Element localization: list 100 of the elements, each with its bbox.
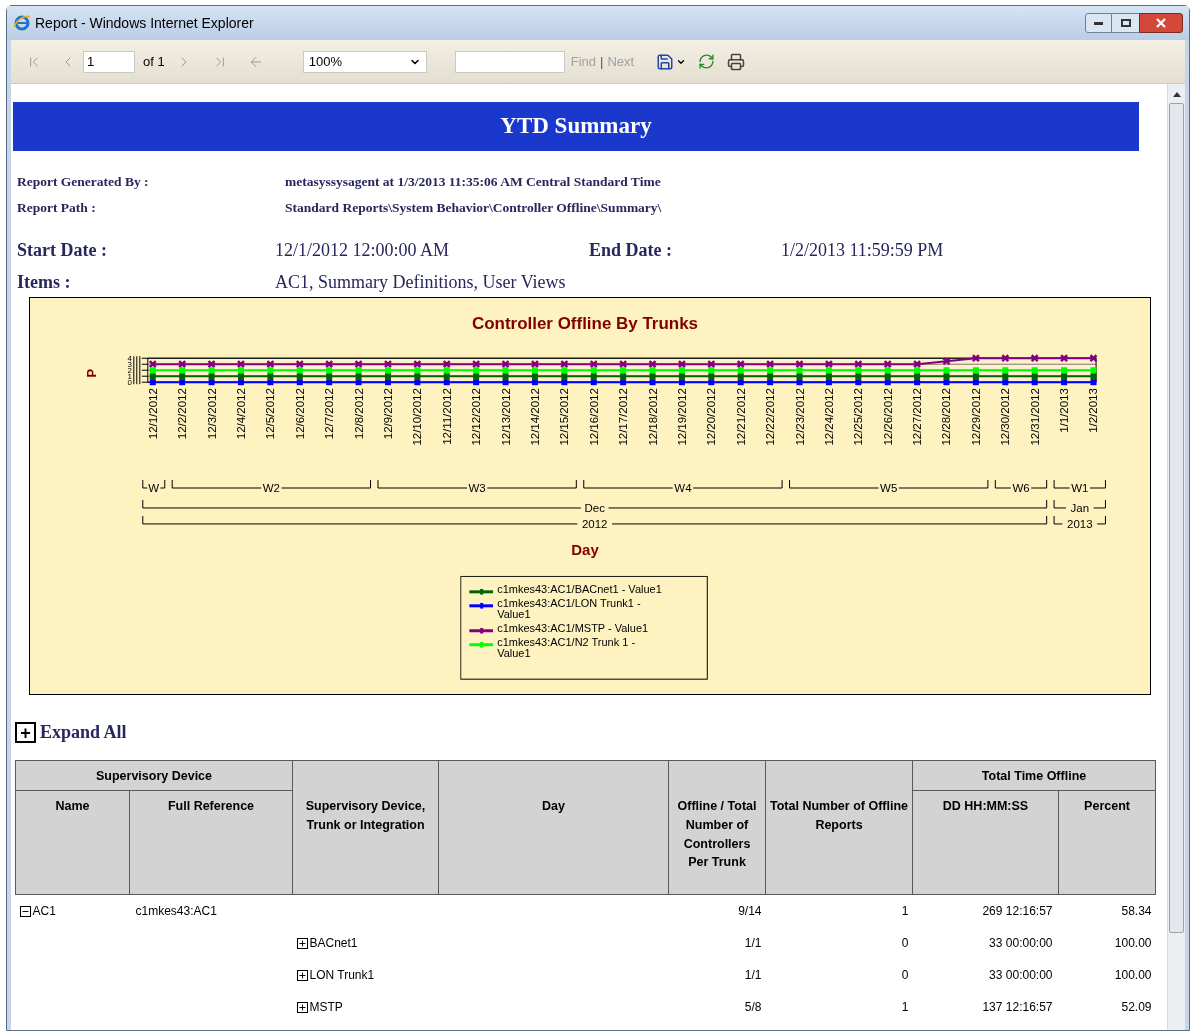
printer-icon: [727, 52, 746, 71]
x-tick-label: 12/1/2012: [146, 388, 159, 440]
legend-line-icon: [469, 627, 494, 634]
collapse-icon[interactable]: [19, 905, 31, 917]
items-value: AC1, Summary Definitions, User Views: [275, 270, 566, 294]
x-tick-label: 12/9/2012: [381, 388, 394, 440]
column-header: Supervisory Device, Trunk or Integration: [292, 760, 439, 895]
close-icon: [1156, 18, 1166, 28]
x-tick-label: 12/28/2012: [940, 388, 953, 446]
page-number-field[interactable]: 1: [83, 50, 135, 73]
meta-value: metasyssysagent at 1/3/2013 11:35:06 AM Central Standard Time: [285, 172, 661, 191]
minimize-icon: [1094, 21, 1103, 25]
print-button[interactable]: [727, 52, 746, 71]
expand-all-icon[interactable]: +: [15, 722, 36, 743]
axis-group-label: W3: [468, 482, 486, 494]
x-tick-label: 12/24/2012: [822, 388, 835, 446]
link-separator: |: [600, 52, 604, 71]
axis-group-label: W4: [674, 482, 692, 494]
refresh-icon: [698, 53, 716, 70]
axis-group-label: W1: [1071, 482, 1089, 494]
data-point: [1059, 354, 1069, 363]
zoom-dropdown[interactable]: 100%: [302, 50, 427, 73]
chart-title: Controller Offline By Trunks: [471, 314, 699, 334]
x-tick-label: 12/31/2012: [1028, 388, 1041, 446]
meta-label: Report Path :: [17, 198, 97, 217]
legend-line-icon: [469, 602, 494, 609]
x-tick-label: 12/16/2012: [587, 388, 600, 446]
meta-value: Standard Reports\System Behavior\Controller Offline\Summary\: [285, 198, 662, 217]
legend-line-icon: [469, 588, 494, 595]
x-tick-label: 12/7/2012: [323, 388, 336, 440]
meta-label: Report Generated By :: [17, 172, 150, 191]
column-header: Total Number of Offline Reports: [765, 760, 913, 895]
axis-group-label: W6: [1012, 482, 1030, 494]
maximize-icon: [1120, 19, 1131, 27]
refresh-button[interactable]: [698, 53, 716, 70]
x-tick-label: 12/14/2012: [528, 388, 541, 446]
expand-icon[interactable]: [296, 937, 308, 949]
data-point: [1030, 354, 1039, 363]
axis-group-label: 2012: [582, 517, 608, 530]
expand-all-link[interactable]: Expand All: [40, 719, 127, 746]
end-date-label: End Date :: [589, 238, 673, 262]
column-header: Percent: [1058, 790, 1156, 895]
table-cell: 58.34: [1058, 894, 1156, 927]
x-tick-label: 12/10/2012: [411, 388, 424, 446]
column-group-header: Total Time Offline: [912, 760, 1156, 791]
axis-group-label: W2: [262, 482, 280, 494]
axis-group-label: W: [148, 482, 160, 494]
y-axis: [133, 355, 141, 385]
end-date-value: 1/2/2013 11:59:59 PM: [781, 238, 944, 262]
trunk-name-cell: MSTP: [292, 990, 439, 1023]
legend-label: c1mkes43:AC1/LON Trunk1 - Value1: [497, 595, 642, 620]
x-tick-label: 12/11/2012: [440, 388, 453, 445]
browser-logo-icon: [13, 14, 31, 32]
axis-group-label: Jan: [1070, 501, 1090, 514]
minimize-button[interactable]: [1085, 13, 1112, 33]
column-header: Offline / Total Number of Controllers Per Trunk: [668, 760, 766, 895]
data-point: [648, 360, 657, 369]
page-count-label: of 1: [143, 52, 165, 71]
table-cell-text: 0: [900, 934, 910, 952]
column-header: DD HH:MM:SS: [912, 790, 1059, 895]
table-cell-text: 1/1: [743, 966, 763, 984]
table-cell-text: 1: [900, 998, 910, 1016]
x-tick-label: 12/15/2012: [558, 388, 571, 446]
y-tick-label: 0: [127, 378, 132, 388]
legend-label: c1mkes43:AC1/MSTP - Value1: [497, 620, 650, 634]
table-cell-text: 100.00: [1113, 934, 1153, 952]
table-cell-text: 0: [900, 966, 910, 984]
table-cell-text: 33 00:00:00: [988, 934, 1054, 952]
x-tick-label: 12/22/2012: [764, 388, 777, 446]
start-date-label: Start Date :: [17, 238, 108, 262]
table-cell-text: 137 12:16:57: [981, 998, 1054, 1016]
data-point: [942, 357, 951, 366]
x-tick-label: 12/18/2012: [646, 388, 659, 446]
x-tick-label: 12/29/2012: [969, 388, 982, 446]
table-cell: 1: [765, 894, 913, 927]
device-name-cell: AC1: [15, 894, 130, 927]
trunk-name-cell: BACnet1: [292, 926, 439, 959]
column-header: Day: [438, 760, 669, 895]
window-title: Report - Windows Internet Explorer: [35, 13, 254, 33]
x-tick-label: 12/3/2012: [205, 388, 218, 440]
x-tick-label: 12/23/2012: [793, 388, 806, 446]
axis-group-label: 2013: [1067, 517, 1093, 530]
find-field[interactable]: [454, 50, 565, 73]
axis-group-label: Dec: [584, 501, 605, 514]
table-cell: 9/14: [668, 894, 766, 927]
expand-icon[interactable]: [296, 1001, 308, 1013]
x-tick-label: 1/2/2013: [1087, 388, 1100, 433]
close-button[interactable]: [1139, 13, 1183, 33]
export-button[interactable]: [656, 52, 687, 71]
table-cell-text: 33 00:00:00: [988, 966, 1054, 984]
x-tick-label: 12/8/2012: [352, 388, 365, 440]
data-point: [1089, 354, 1098, 363]
legend-label: c1mkes43:AC1/BACnet1 - Value1: [497, 581, 663, 595]
maximize-button[interactable]: [1112, 13, 1139, 33]
x-tick-label: 12/26/2012: [881, 388, 894, 446]
data-point: [1001, 354, 1010, 363]
data-point: [795, 360, 804, 369]
day-caption: Day: [571, 540, 599, 558]
expand-icon[interactable]: [296, 969, 308, 981]
table-cell: c1mkes43:AC1: [129, 894, 293, 927]
